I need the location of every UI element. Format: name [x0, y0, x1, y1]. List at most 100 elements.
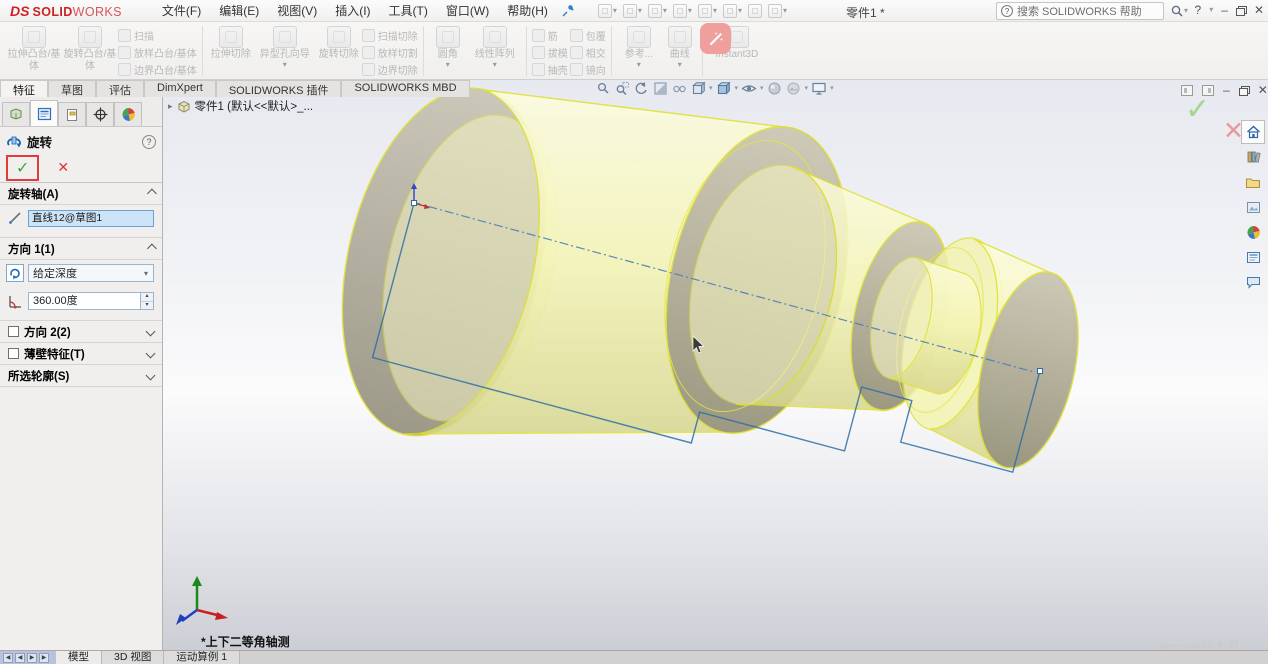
nav-prev-button[interactable]: ◀ — [15, 653, 25, 663]
design-library-button[interactable] — [1241, 145, 1265, 169]
fillet-button[interactable]: 圆角 ▾ — [429, 25, 467, 69]
reverse-direction-icon[interactable] — [6, 264, 24, 282]
doc-restore-button[interactable] — [1239, 86, 1249, 95]
swept-cut-button[interactable]: 扫描切除 — [362, 27, 418, 44]
close-button[interactable]: ✕ — [1254, 2, 1264, 18]
thin-feature-section-header[interactable]: 薄壁特征(T) — [0, 343, 162, 365]
axis-selection-input[interactable]: 直线12@草图1 — [28, 210, 154, 227]
options-button[interactable]: ▾ — [766, 3, 789, 19]
nav-last-button[interactable]: ▶ — [39, 653, 49, 663]
help-button[interactable]: ? — [1195, 2, 1202, 18]
hole-wizard-button[interactable]: 异型孔向导 ▾ — [254, 25, 316, 69]
mirror-button[interactable]: 镜向 — [570, 61, 606, 78]
end-condition-dropdown[interactable]: 给定深度 ▾ — [28, 264, 154, 282]
search-input[interactable]: ? 搜索 SOLIDWORKS 帮助 — [996, 2, 1164, 20]
revolve-preview-model[interactable] — [163, 80, 1268, 650]
boundary-cut-button[interactable]: 边界切除 — [362, 61, 418, 78]
menu-edit[interactable]: 编辑(E) — [211, 0, 267, 21]
tab-features[interactable]: 特征 — [0, 80, 48, 97]
search-icon[interactable] — [1170, 4, 1184, 18]
help-dropdown-arrow[interactable]: ▾ — [1209, 6, 1213, 14]
revolved-cut-button[interactable]: 旋转切除 — [316, 25, 362, 61]
spin-up-icon[interactable]: ▴ — [141, 293, 153, 301]
linear-pattern-button[interactable]: 线性阵列 ▾ — [467, 25, 523, 69]
pm-help-icon[interactable]: ? — [142, 135, 156, 149]
feature-manager-tab[interactable] — [2, 102, 30, 126]
restore-button[interactable] — [1236, 6, 1246, 15]
print-button[interactable]: ▾ — [671, 3, 694, 19]
nav-first-button[interactable]: ◀ — [3, 653, 13, 663]
search-dropdown-arrow[interactable]: ▾ — [1184, 7, 1188, 15]
tab-dimxpert[interactable]: DimXpert — [144, 80, 216, 97]
motion-study-tab[interactable]: 运动算例 1 — [164, 651, 240, 664]
custom-properties-button[interactable] — [1241, 245, 1265, 269]
view-settings-arrow[interactable]: ▾ — [830, 85, 834, 93]
apply-scene-arrow[interactable]: ▾ — [805, 85, 809, 93]
open-document-button[interactable]: ▾ — [621, 3, 644, 19]
collapse-chevron-icon[interactable] — [147, 244, 157, 254]
menu-insert[interactable]: 插入(I) — [327, 0, 378, 21]
lofted-boss-button[interactable]: 放样凸台/基体 — [118, 44, 197, 61]
display-style-icon[interactable] — [716, 81, 732, 96]
direction1-section-header[interactable]: 方向 1(1) — [0, 238, 162, 260]
display-manager-tab[interactable] — [114, 102, 142, 126]
direction2-checkbox[interactable] — [8, 326, 19, 337]
expand-chevron-icon[interactable] — [146, 371, 156, 381]
minimize-button[interactable]: – — [1221, 2, 1228, 18]
curves-button[interactable]: 曲线 ▾ — [661, 25, 699, 69]
undo-button[interactable]: ▾ — [696, 3, 719, 19]
ok-button[interactable]: ✓ — [16, 160, 29, 177]
angle-spinbox[interactable]: 360.00度 ▴ ▾ — [28, 292, 154, 310]
extruded-boss-button[interactable]: 拉伸凸台/基体 — [6, 25, 62, 73]
part-tree-item[interactable]: 零件1 (默认<<默认>_... — [195, 98, 314, 114]
flyout-feature-tree[interactable]: ▸ 零件1 (默认<<默认>_... — [168, 98, 313, 114]
tab-sketch[interactable]: 草图 — [48, 80, 96, 97]
tab-evaluate[interactable]: 评估 — [96, 80, 144, 97]
lofted-cut-button[interactable]: 放样切割 — [362, 44, 418, 61]
intersect-button[interactable]: 相交 — [570, 44, 606, 61]
menu-window[interactable]: 窗口(W) — [438, 0, 497, 21]
tree-expand-caret[interactable]: ▸ — [168, 101, 173, 112]
display-style-arrow[interactable]: ▾ — [735, 85, 739, 93]
menu-view[interactable]: 视图(V) — [269, 0, 325, 21]
menu-file[interactable]: 文件(F) — [154, 0, 209, 21]
zoom-fit-icon[interactable] — [595, 81, 611, 96]
spin-down-icon[interactable]: ▾ — [141, 301, 153, 310]
rebuild-button[interactable] — [746, 3, 764, 19]
wrap-button[interactable]: 包覆 — [570, 27, 606, 44]
draft-button[interactable]: 拔模 — [532, 44, 568, 61]
edit-appearance-icon[interactable] — [767, 81, 783, 96]
view-palette-button[interactable] — [1241, 195, 1265, 219]
sketch-handle-origin[interactable] — [412, 201, 417, 206]
hide-show-items-icon[interactable] — [741, 81, 757, 96]
section-view-icon[interactable] — [652, 81, 668, 96]
screen-recorder-overlay-icon[interactable] — [700, 23, 731, 54]
direction2-section-header[interactable]: 方向 2(2) — [0, 321, 162, 343]
menu-tools[interactable]: 工具(T) — [381, 0, 436, 21]
expand-chevron-icon[interactable] — [146, 349, 156, 359]
appearances-button[interactable] — [1241, 220, 1265, 244]
axis-section-header[interactable]: 旋转轴(A) — [0, 183, 162, 205]
3d-views-tab[interactable]: 3D 视图 — [102, 651, 164, 664]
collapse-chevron-icon[interactable] — [147, 189, 157, 199]
menu-help[interactable]: 帮助(H) — [499, 0, 556, 21]
expand-chevron-icon[interactable] — [146, 327, 156, 337]
thin-feature-checkbox[interactable] — [8, 348, 19, 359]
pin-menu-icon[interactable] — [560, 3, 578, 19]
sketch-handle-end[interactable] — [1038, 369, 1043, 374]
apply-scene-icon[interactable] — [786, 81, 802, 96]
confirm-ok-mark[interactable]: ✓ — [1185, 92, 1210, 127]
hide-show-items-arrow[interactable]: ▾ — [760, 85, 764, 93]
view-orientation-arrow[interactable]: ▾ — [709, 85, 713, 93]
view-sketch-relations-icon[interactable] — [671, 81, 687, 96]
tab-solidworks-mbd[interactable]: SOLIDWORKS MBD — [341, 80, 469, 97]
configuration-manager-tab[interactable] — [58, 102, 86, 126]
model-tab[interactable]: 模型 — [56, 651, 102, 664]
previous-view-icon[interactable] — [633, 81, 649, 96]
view-settings-icon[interactable] — [811, 81, 827, 96]
dropdown-arrow-icon[interactable]: ▾ — [139, 269, 153, 278]
file-explorer-button[interactable] — [1241, 170, 1265, 194]
shell-button[interactable]: 抽壳 — [532, 61, 568, 78]
redo-button[interactable]: ▾ — [721, 3, 744, 19]
graphics-area[interactable]: ▾ ▾ ▾ ▾ ▾ ▸ 零件1 (默认<<默认>_... – — [163, 80, 1268, 650]
